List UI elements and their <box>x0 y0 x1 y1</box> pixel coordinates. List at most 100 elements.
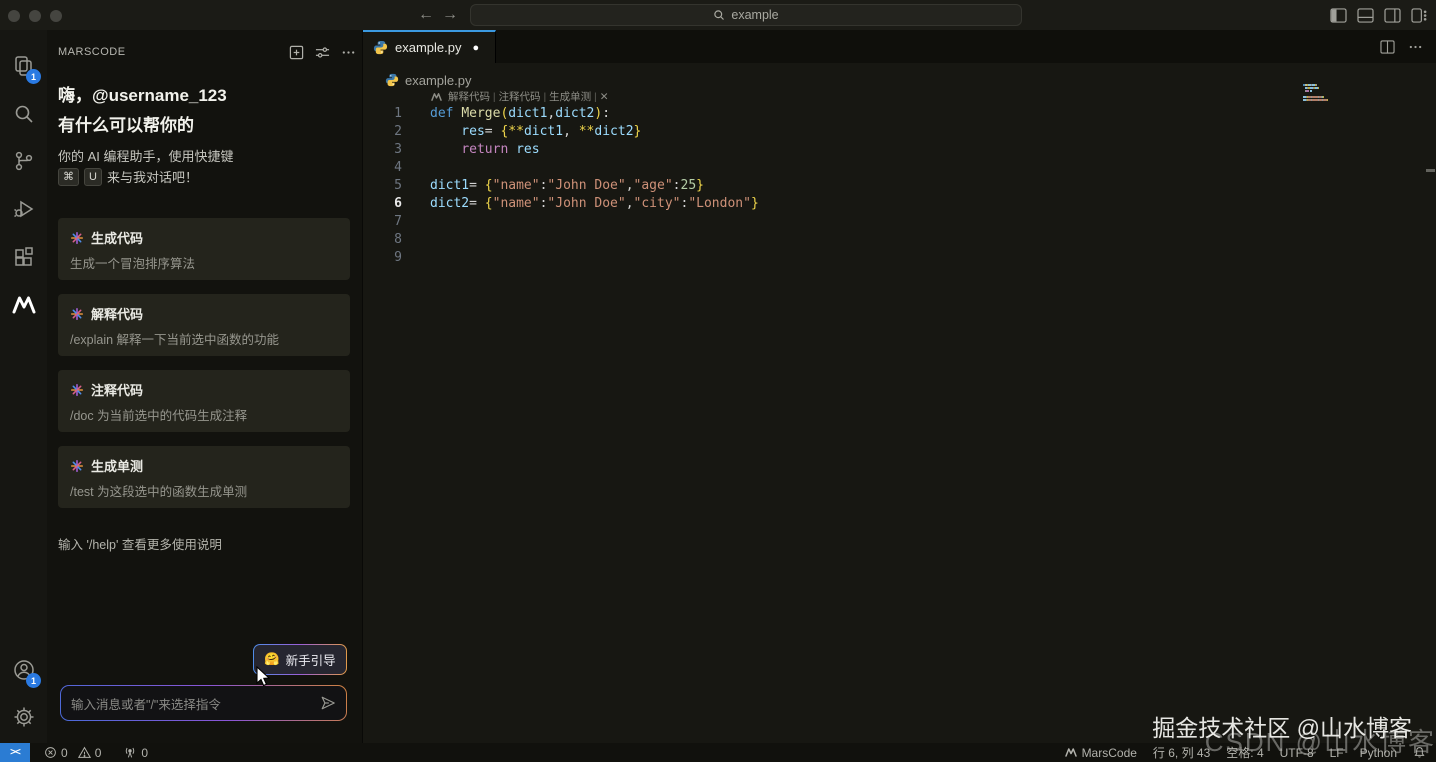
shortcut-key-cmd: ⌘ <box>58 167 79 186</box>
card-desc: /explain 解释一下当前选中函数的功能 <box>70 333 280 347</box>
overview-ruler-marker <box>1426 169 1435 172</box>
guide-button-label: 新手引导 <box>285 654 336 668</box>
breadcrumb-filename: example.py <box>405 72 472 88</box>
send-icon[interactable] <box>320 695 336 711</box>
nav-forward-button[interactable]: → <box>438 3 462 27</box>
card-desc: /test 为这段选中的函数生成单测 <box>70 485 248 499</box>
source-control-icon[interactable] <box>0 139 47 183</box>
account-icon[interactable]: 1 <box>0 648 47 692</box>
warning-icon <box>77 746 91 758</box>
search-icon <box>713 9 725 21</box>
marscode-panel: MARSCODE 嗨，@username_123 有什么可以帮你的 你的 AI … <box>47 30 363 743</box>
run-debug-icon[interactable] <box>0 187 47 231</box>
code-line-2: 2 res= {**dict1, **dict2} <box>363 123 1263 141</box>
filter-settings-icon[interactable] <box>312 42 332 62</box>
problems-indicator[interactable]: 0 0 <box>44 746 101 760</box>
tab-filename: example.py <box>395 40 462 55</box>
split-editor-icon[interactable] <box>1375 36 1399 58</box>
marscode-lens-icon <box>431 92 442 101</box>
search-sidebar-icon[interactable] <box>0 92 47 136</box>
code-line-3: 3 return res <box>363 141 1263 159</box>
remote-indicator[interactable]: >< <box>0 743 30 762</box>
sparkle-icon <box>70 231 84 245</box>
card-title: 生成代码 <box>91 231 144 246</box>
ports-count: 0 <box>141 745 149 760</box>
title-bar: ← → example <box>0 0 1436 30</box>
cursor-position[interactable]: 行 6, 列 43 <box>1153 744 1210 761</box>
nav-back-button[interactable]: ← <box>414 3 438 27</box>
radio-tower-icon <box>126 747 135 758</box>
sparkle-icon <box>70 383 84 397</box>
sparkle-icon <box>70 459 84 473</box>
shortcut-key-u: U <box>84 167 102 186</box>
activity-bar: 1 1 <box>0 30 47 743</box>
command-search-box[interactable]: example <box>470 4 1022 26</box>
code-line-1: 1 def Merge(dict1,dict2): <box>363 105 1263 123</box>
sparkle-icon <box>70 307 84 321</box>
chat-input[interactable]: 输入消息或者"/"来选择指令 <box>60 685 347 721</box>
prompt-card-3[interactable]: 生成单测/test 为这段选中的函数生成单测 <box>58 446 350 508</box>
code-line-4: 4 <box>363 159 1263 177</box>
more-actions-icon[interactable] <box>338 42 358 62</box>
line-number: 6 <box>394 196 402 211</box>
card-title: 解释代码 <box>91 307 144 322</box>
codelens-link-1[interactable]: 注释代码 <box>499 91 541 103</box>
minimap[interactable] <box>1303 84 1355 111</box>
marscode-icon[interactable] <box>0 283 47 327</box>
tab-bar: example.py ● <box>363 30 1436 63</box>
code-lines[interactable]: 1 def Merge(dict1,dict2): 2 res= {**dict1,… <box>363 105 1263 267</box>
toggle-sidebar-left-icon[interactable] <box>1326 4 1350 26</box>
card-desc: 生成一个冒泡排序算法 <box>70 257 196 271</box>
python-icon <box>385 73 399 87</box>
mouse-cursor <box>255 666 272 688</box>
marscode-status-item[interactable]: MarsCode <box>1064 746 1137 760</box>
code-line-9: 9 <box>363 249 1263 267</box>
chat-input-placeholder: 输入消息或者"/"来选择指令 <box>71 697 221 712</box>
editor-area[interactable]: example.py ● example.py 解释代码 | 注释代码 | 生成… <box>363 30 1436 743</box>
line-number: 8 <box>394 232 402 247</box>
panel-title: MARSCODE <box>58 46 126 58</box>
account-badge: 1 <box>26 673 41 688</box>
settings-gear-icon[interactable] <box>0 695 47 739</box>
window-close-button[interactable] <box>8 10 20 22</box>
extensions-icon[interactable] <box>0 235 47 279</box>
ports-indicator[interactable]: 0 <box>123 746 148 760</box>
line-number: 7 <box>394 214 402 229</box>
codelens-link-0[interactable]: 解释代码 <box>448 91 490 103</box>
codelens-link-2[interactable]: 生成单测 <box>549 91 591 103</box>
assistant-hint-line2-text: 来与我对话吧！ <box>107 170 199 185</box>
new-chat-icon[interactable] <box>286 42 306 62</box>
toggle-sidebar-right-icon[interactable] <box>1380 4 1404 26</box>
warning-count: 0 <box>94 745 102 760</box>
line-number: 9 <box>394 250 402 265</box>
watermark-juejin: 掘金技术社区 @山水博客 <box>1152 715 1412 741</box>
error-count: 0 <box>61 745 68 760</box>
code-line-7: 7 <box>363 213 1263 231</box>
help-hint: 输入 '/help' 查看更多使用说明 <box>58 538 222 552</box>
editor-more-actions-icon[interactable] <box>1403 36 1427 58</box>
greeting-line2: 有什么可以帮你的 <box>58 116 194 135</box>
python-icon <box>373 40 388 55</box>
greeting-line1: 嗨，@username_123 <box>58 86 227 105</box>
prompt-card-1[interactable]: 解释代码/explain 解释一下当前选中函数的功能 <box>58 294 350 356</box>
tab-example-py[interactable]: example.py ● <box>363 30 496 63</box>
explorer-badge: 1 <box>26 69 41 84</box>
customize-layout-icon[interactable] <box>1407 4 1431 26</box>
explorer-icon[interactable]: 1 <box>0 44 47 88</box>
code-line-5: 5 dict1= {"name":"John Doe","age":25} <box>363 177 1263 195</box>
breadcrumb[interactable]: example.py <box>385 70 471 90</box>
search-value: example <box>731 8 779 22</box>
prompt-card-0[interactable]: 生成代码生成一个冒泡排序算法 <box>58 218 350 280</box>
codelens-links: 解释代码 | 注释代码 | 生成单测 | ✕ <box>448 91 609 103</box>
prompt-card-2[interactable]: 注释代码/doc 为当前选中的代码生成注释 <box>58 370 350 432</box>
error-icon <box>45 747 56 758</box>
assistant-hint-line2: ⌘ U 来与我对话吧！ <box>58 167 198 186</box>
line-number: 5 <box>394 178 402 193</box>
hug-emoji-icon: 🤗 <box>264 652 280 666</box>
window-zoom-button[interactable] <box>50 10 62 22</box>
toggle-panel-icon[interactable] <box>1353 4 1377 26</box>
window-minimize-button[interactable] <box>29 10 41 22</box>
tab-modified-dot[interactable]: ● <box>472 42 479 54</box>
assistant-hint-line1: 你的 AI 编程助手，使用快捷键 <box>58 149 234 164</box>
codelens-close-icon[interactable]: ✕ <box>600 91 609 103</box>
